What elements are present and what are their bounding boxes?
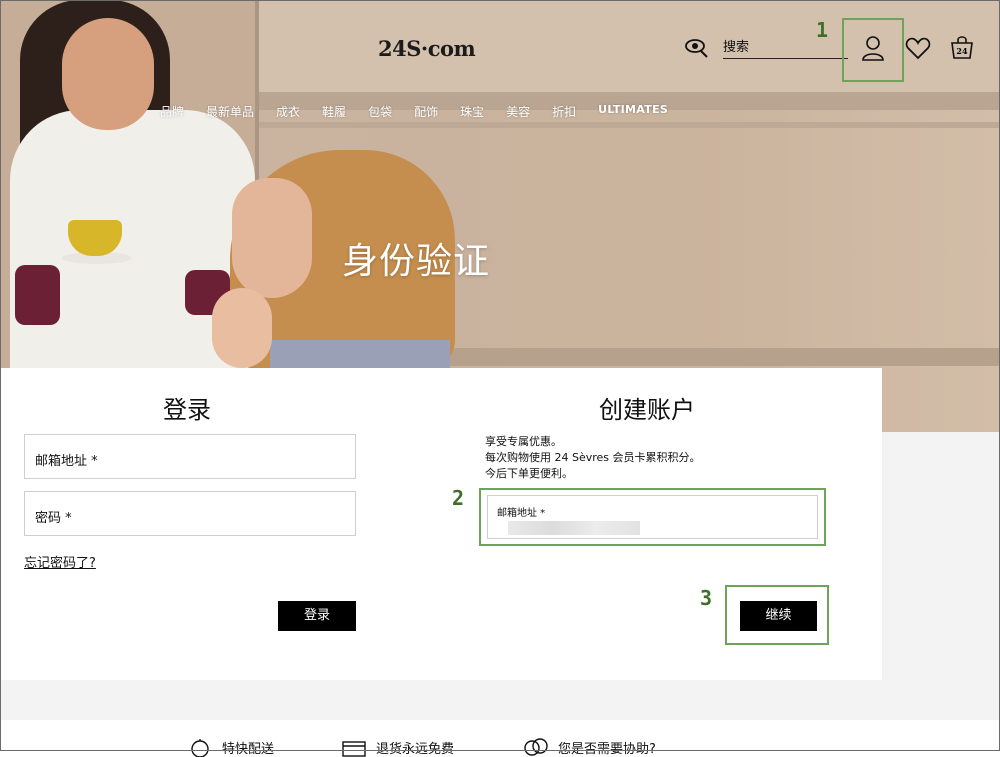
footer [0,720,1000,751]
nav-item-beauty[interactable]: 美容 [506,103,530,120]
blurred-email-value [508,521,640,535]
nav-item-new-arrivals[interactable]: 最新单品 [206,103,254,120]
chat-bubbles-icon [524,738,548,756]
nav-item-bags[interactable]: 包袋 [368,103,392,120]
benefit-line: 每次购物使用 24 Sèvres 会员卡累积积分。 [485,451,701,464]
main-navigation: 品牌 最新单品 成衣 鞋履 包袋 配饰 珠宝 美容 折扣 ULTIMATES [160,103,690,120]
eye-icon[interactable] [685,37,709,59]
nav-item-ultimates[interactable]: ULTIMATES [598,103,668,120]
annotation-step-3: 3 [700,586,713,610]
search-input[interactable] [723,36,848,59]
login-button[interactable]: 登录 [278,601,356,631]
benefit-line: 今后下单更便利。 [485,467,573,480]
svg-text:24: 24 [956,46,968,56]
continue-button[interactable]: 继续 [740,601,817,631]
footer-item-label: 特快配送 [222,741,275,757]
login-email-label: 邮箱地址 * [35,454,98,469]
nav-item-sale[interactable]: 折扣 [552,103,576,120]
nav-item-clothing[interactable]: 成衣 [276,103,300,120]
footer-item-help[interactable]: 您是否需要协助? [522,737,656,757]
register-benefits: 享受专属优惠。 每次购物使用 24 Sèvres 会员卡累积积分。 今后下单更便… [485,434,701,482]
nav-item-jewelry[interactable]: 珠宝 [460,103,484,120]
login-heading: 登录 [163,396,211,424]
stopwatch-icon [191,739,209,757]
register-email-label: 邮箱地址 * [497,508,546,519]
register-heading: 创建账户 [599,396,695,424]
footer-divider [0,680,1000,720]
footer-item-free-returns[interactable]: 退货永远免费 [340,737,454,757]
heart-icon[interactable] [905,36,931,60]
benefit-line: 享受专属优惠。 [485,435,562,448]
login-email-field[interactable]: 邮箱地址 * [24,434,356,479]
page-title: 身份验证 [342,241,491,282]
annotation-step-2: 2 [452,486,465,510]
site-logo[interactable]: 24S·com [378,36,476,61]
register-email-field[interactable]: 邮箱地址 * [487,495,818,539]
login-password-field[interactable]: 密码 * [24,491,356,536]
forgot-password-link[interactable]: 忘记密码了? [24,552,96,571]
footer-item-label: 退货永远免费 [376,741,455,757]
return-box-icon [342,741,366,757]
footer-item-label: 您是否需要协助? [558,741,656,757]
footer-item-express-delivery[interactable]: 特快配送 [186,737,274,757]
user-icon[interactable] [860,34,886,62]
login-password-label: 密码 * [35,511,72,526]
bag-icon[interactable]: 24 [949,34,975,60]
nav-item-accessories[interactable]: 配饰 [414,103,438,120]
annotation-step-1: 1 [816,18,829,42]
nav-item-brands[interactable]: 品牌 [160,103,184,120]
page-background [882,432,1000,680]
nav-item-shoes[interactable]: 鞋履 [322,103,346,120]
